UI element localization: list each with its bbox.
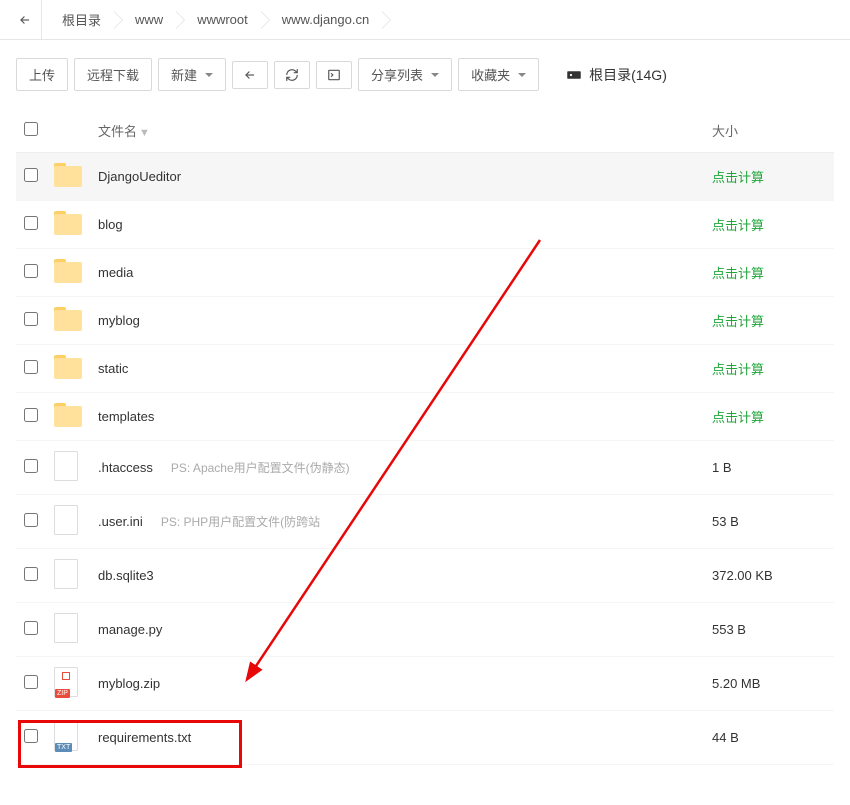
file-icon bbox=[54, 505, 78, 535]
calc-size-link[interactable]: 点击计算 bbox=[712, 362, 764, 377]
row-checkbox[interactable] bbox=[24, 168, 38, 182]
file-name[interactable]: db.sqlite3 bbox=[98, 568, 154, 583]
file-name[interactable]: .htaccess bbox=[98, 460, 153, 475]
file-size: 53 B bbox=[712, 514, 739, 529]
nav-back-button[interactable] bbox=[8, 0, 42, 40]
table-row[interactable]: blog 点击计算 bbox=[16, 201, 834, 249]
breadcrumb-label: www.django.cn bbox=[282, 12, 369, 27]
calc-size-link[interactable]: 点击计算 bbox=[712, 218, 764, 233]
row-checkbox[interactable] bbox=[24, 312, 38, 326]
file-name[interactable]: requirements.txt bbox=[98, 730, 191, 745]
column-filename[interactable]: 文件名▼ bbox=[90, 109, 704, 153]
disk-icon bbox=[565, 66, 583, 84]
sort-indicator-icon: ▼ bbox=[139, 127, 150, 139]
row-checkbox[interactable] bbox=[24, 360, 38, 374]
table-row[interactable]: myblog 点击计算 bbox=[16, 297, 834, 345]
table-row[interactable]: requirements.txt 44 B bbox=[16, 711, 834, 765]
refresh-button[interactable] bbox=[274, 61, 310, 89]
row-checkbox[interactable] bbox=[24, 216, 38, 230]
file-name[interactable]: blog bbox=[98, 217, 123, 232]
file-table: 文件名▼ 大小 DjangoUeditor 点击计算 blog 点击计算 media 点击… bbox=[16, 109, 834, 765]
breadcrumb-label: 根目录 bbox=[62, 10, 101, 29]
file-icon bbox=[54, 451, 78, 481]
terminal-button[interactable] bbox=[316, 61, 352, 89]
row-checkbox[interactable] bbox=[24, 621, 38, 635]
breadcrumb-label: www bbox=[135, 12, 163, 27]
calc-size-link[interactable]: 点击计算 bbox=[712, 314, 764, 329]
breadcrumb-item[interactable]: 根目录 bbox=[42, 0, 115, 40]
file-name[interactable]: .user.ini bbox=[98, 514, 143, 529]
remote-download-button[interactable]: 远程下载 bbox=[74, 58, 152, 91]
table-row[interactable]: media 点击计算 bbox=[16, 249, 834, 297]
breadcrumb-item[interactable]: www bbox=[115, 0, 177, 40]
file-name[interactable]: manage.py bbox=[98, 622, 162, 637]
disk-label: 根目录(14G) bbox=[589, 65, 667, 85]
share-list-button[interactable]: 分享列表 bbox=[358, 58, 452, 91]
file-desc: PS: PHP用户配置文件(防跨站 bbox=[161, 515, 320, 529]
column-size[interactable]: 大小 bbox=[704, 109, 834, 153]
zip-file-icon bbox=[54, 667, 78, 697]
table-row[interactable]: manage.py 553 B bbox=[16, 603, 834, 657]
row-checkbox[interactable] bbox=[24, 459, 38, 473]
file-name[interactable]: static bbox=[98, 361, 128, 376]
folder-icon bbox=[54, 163, 82, 187]
file-size: 553 B bbox=[712, 622, 746, 637]
folder-icon bbox=[54, 211, 82, 235]
file-name[interactable]: DjangoUeditor bbox=[98, 169, 181, 184]
breadcrumb-item[interactable]: wwwroot bbox=[177, 0, 262, 40]
folder-icon bbox=[54, 403, 82, 427]
favorites-button[interactable]: 收藏夹 bbox=[458, 58, 539, 91]
file-desc: PS: Apache用户配置文件(伪静态) bbox=[171, 461, 350, 475]
arrow-left-icon bbox=[243, 68, 257, 82]
back-button[interactable] bbox=[232, 61, 268, 89]
table-row[interactable]: .htaccess PS: Apache用户配置文件(伪静态) 1 B bbox=[16, 441, 834, 495]
row-checkbox[interactable] bbox=[24, 729, 38, 743]
calc-size-link[interactable]: 点击计算 bbox=[712, 170, 764, 185]
calc-size-link[interactable]: 点击计算 bbox=[712, 266, 764, 281]
terminal-icon bbox=[327, 68, 341, 82]
table-row[interactable]: myblog.zip 5.20 MB bbox=[16, 657, 834, 711]
file-icon bbox=[54, 559, 78, 589]
file-name[interactable]: media bbox=[98, 265, 133, 280]
disk-info: 根目录(14G) bbox=[565, 65, 667, 85]
calc-size-link[interactable]: 点击计算 bbox=[712, 410, 764, 425]
row-checkbox[interactable] bbox=[24, 264, 38, 278]
folder-icon bbox=[54, 307, 82, 331]
upload-button[interactable]: 上传 bbox=[16, 58, 68, 91]
table-row[interactable]: .user.ini PS: PHP用户配置文件(防跨站 53 B bbox=[16, 495, 834, 549]
row-checkbox[interactable] bbox=[24, 408, 38, 422]
file-name[interactable]: myblog bbox=[98, 313, 140, 328]
file-icon bbox=[54, 613, 78, 643]
file-size: 372.00 KB bbox=[712, 568, 773, 583]
file-name[interactable]: templates bbox=[98, 409, 154, 424]
breadcrumb-item[interactable]: www.django.cn bbox=[262, 0, 383, 40]
row-checkbox[interactable] bbox=[24, 513, 38, 527]
select-all-checkbox[interactable] bbox=[24, 122, 38, 136]
txt-file-icon bbox=[54, 721, 78, 751]
table-row[interactable]: db.sqlite3 372.00 KB bbox=[16, 549, 834, 603]
new-dropdown-button[interactable]: 新建 bbox=[158, 58, 226, 91]
table-row[interactable]: DjangoUeditor 点击计算 bbox=[16, 153, 834, 201]
breadcrumb: 根目录 www wwwroot www.django.cn bbox=[0, 0, 850, 40]
table-row[interactable]: static 点击计算 bbox=[16, 345, 834, 393]
breadcrumb-label: wwwroot bbox=[197, 12, 248, 27]
toolbar: 上传 远程下载 新建 分享列表 收藏夹 根目录(14G) bbox=[0, 40, 850, 109]
file-size: 1 B bbox=[712, 460, 732, 475]
file-name[interactable]: myblog.zip bbox=[98, 676, 160, 691]
row-checkbox[interactable] bbox=[24, 675, 38, 689]
file-size: 5.20 MB bbox=[712, 676, 760, 691]
folder-icon bbox=[54, 259, 82, 283]
table-row[interactable]: templates 点击计算 bbox=[16, 393, 834, 441]
refresh-icon bbox=[285, 68, 299, 82]
row-checkbox[interactable] bbox=[24, 567, 38, 581]
file-size: 44 B bbox=[712, 730, 739, 745]
folder-icon bbox=[54, 355, 82, 379]
